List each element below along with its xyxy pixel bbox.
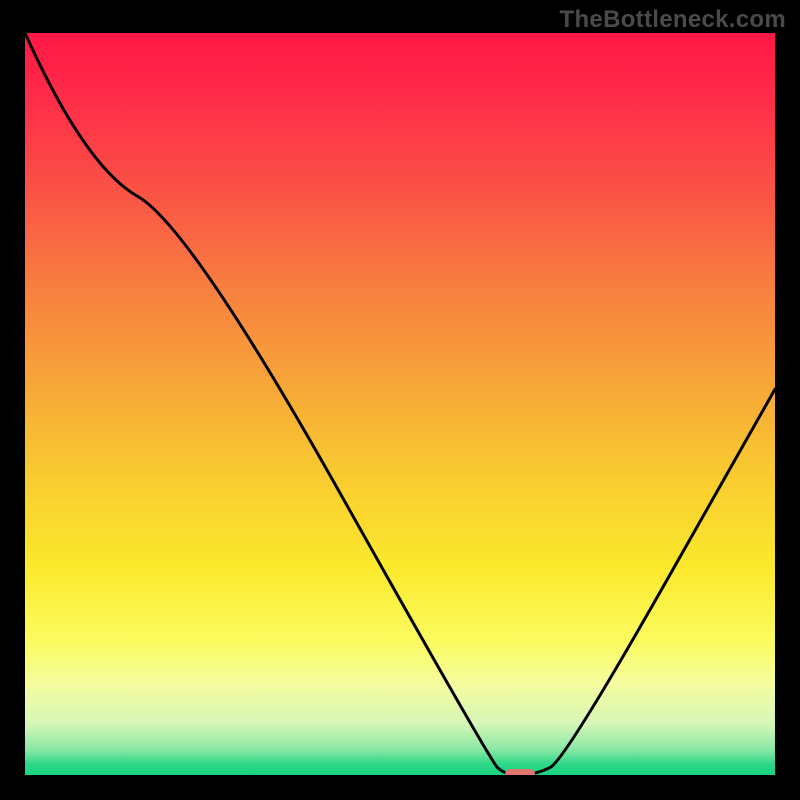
optimal-marker <box>505 769 535 775</box>
plot-area <box>23 31 777 777</box>
bottleneck-curve-line <box>25 33 775 775</box>
chart-svg <box>25 33 775 775</box>
watermark-text: TheBottleneck.com <box>560 6 786 34</box>
